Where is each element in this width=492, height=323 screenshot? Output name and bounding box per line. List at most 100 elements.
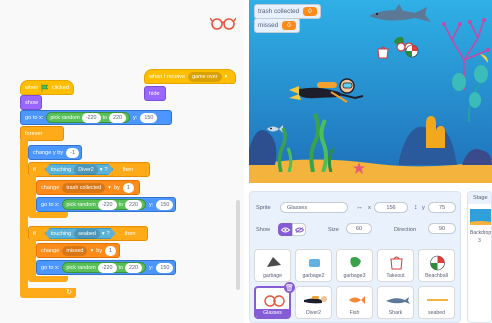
touching-label: touching — [50, 166, 72, 173]
hat-label: when — [25, 84, 39, 91]
random-to-input[interactable]: 220 — [109, 112, 127, 123]
change-by-input[interactable]: 1 — [105, 245, 117, 256]
pick-random-reporter[interactable]: pick random -220 to 220 — [46, 112, 131, 123]
change-trash-collected-block[interactable]: change trash collected ▾ by 1 — [36, 180, 140, 195]
to-label: to — [102, 114, 108, 121]
diver-icon — [304, 296, 327, 304]
random-to-input[interactable]: 220 — [125, 199, 143, 210]
monitor-value: 0 — [282, 21, 296, 30]
sprite-info-panel: Sprite Glasses ↔ x 156 ↕ y 75 Show Size … — [249, 191, 461, 323]
monitor-missed[interactable]: missed 0 — [254, 18, 300, 33]
sprite-thumb-shark[interactable]: Shark — [377, 286, 414, 319]
delete-sprite-icon[interactable]: 🗑 — [284, 282, 295, 293]
then-label: then — [124, 230, 136, 237]
message-dropdown[interactable]: game over — [188, 71, 222, 82]
garbage3-icon — [350, 257, 361, 268]
sprite-thumb-diver2[interactable]: Diver2 — [295, 286, 332, 319]
diver-sprite-icon — [289, 78, 364, 103]
change-missed-block[interactable]: change missed ▾ by 1 — [36, 243, 120, 258]
y-label: y — [422, 205, 425, 211]
show-block[interactable]: show — [20, 95, 42, 110]
by-label: by — [113, 184, 120, 191]
sprite-thumb-label: seabed — [427, 310, 446, 316]
pick-random-reporter[interactable]: pick random -220 to 220 — [62, 199, 147, 210]
show-hidden-button[interactable] — [292, 223, 306, 236]
garbage-icon — [267, 257, 281, 267]
direction-input[interactable]: 90 — [428, 223, 456, 234]
sprite-thumb-garbage[interactable]: garbage — [254, 249, 291, 282]
monitor-label: missed — [258, 22, 279, 29]
forever-block[interactable]: forever — [20, 126, 64, 141]
touching-target-dropdown[interactable]: Diver2 — [74, 165, 98, 175]
sprite-name-input[interactable]: Glasses — [280, 202, 348, 213]
garbage2-icon — [309, 259, 320, 267]
change-y-block[interactable]: change y by -1 — [28, 145, 82, 160]
if-label: if — [33, 230, 36, 237]
sprite-thumb-label: Glasses — [256, 309, 289, 317]
if1-c-side — [28, 176, 36, 216]
random-to-input[interactable]: 220 — [125, 262, 143, 273]
seabed-icon — [427, 299, 448, 301]
forever-bottom: ↻ — [20, 288, 76, 298]
random-from-input[interactable]: -220 — [81, 112, 101, 123]
touching-diver-condition[interactable]: touching Diver2 ▾ ? — [45, 164, 114, 175]
variable-dropdown[interactable]: missed — [62, 245, 88, 256]
sprite-thumb-beachball[interactable]: Beachball — [418, 249, 455, 282]
code-area[interactable]: when clicked show go to x: pick random -… — [0, 0, 244, 323]
pick-random-label: pick random — [50, 114, 80, 121]
change-y-label: change y by — [33, 149, 64, 156]
show-visible-button[interactable] — [278, 223, 292, 236]
when-i-receive-block[interactable]: when I receive game over ▾ — [144, 69, 236, 84]
hide-label: hide — [149, 90, 160, 97]
stage-selector[interactable]: Stage Backdrop 3 — [467, 191, 492, 323]
change-by-input[interactable]: 1 — [122, 182, 134, 193]
stage[interactable]: trash collected 0 missed 0 — [249, 0, 492, 183]
forever-label: forever — [25, 130, 43, 137]
monitor-value: 0 — [303, 7, 317, 16]
green-flag-icon — [41, 83, 49, 92]
pick-random-reporter[interactable]: pick random -220 to 220 — [62, 262, 147, 273]
y-arrows-icon: ↕ — [414, 204, 418, 211]
sprite-thumb-garbage3[interactable]: garbage3 — [336, 249, 373, 282]
sprite-thumb-label: Shark — [388, 310, 403, 316]
when-flag-clicked-block[interactable]: when clicked — [20, 80, 74, 95]
monitor-trash-collected[interactable]: trash collected 0 — [254, 4, 321, 19]
sprite-thumb-takeout[interactable]: Takeout — [377, 249, 414, 282]
y-input[interactable]: 75 — [428, 202, 456, 213]
random-from-input[interactable]: -220 — [97, 199, 117, 210]
y-input[interactable]: 150 — [156, 262, 174, 273]
y-input[interactable]: 150 — [140, 112, 158, 123]
sprite-thumb-seabed[interactable]: seabed — [418, 286, 455, 319]
go-to-xy-block[interactable]: go to x: pick random -220 to 220 y: 150 — [20, 110, 172, 125]
random-from-input[interactable]: -220 — [97, 262, 117, 273]
x-input[interactable]: 156 — [374, 202, 408, 213]
go-to-xy-block-2[interactable]: go to x: pick random -220 to 220 y: 150 — [36, 197, 176, 212]
to-label: to — [118, 201, 124, 208]
x-label: x — [368, 205, 371, 211]
sprite-thumb-label: Beachball — [425, 273, 448, 279]
stage-title: Stage — [473, 195, 488, 201]
change-y-input[interactable]: -1 — [66, 147, 79, 158]
go-to-xy-block-3[interactable]: go to x: pick random -220 to 220 y: 150 — [36, 260, 176, 275]
sprite-thumb-label: Takeout — [386, 273, 405, 279]
hide-block[interactable]: hide — [144, 86, 166, 101]
touching-target-dropdown[interactable]: seabed — [74, 229, 100, 239]
sprite-thumb-garbage2[interactable]: garbage2 — [295, 249, 332, 282]
to-label: to — [118, 264, 124, 271]
if-label: if — [33, 166, 36, 173]
sprite-thumb-label: Diver2 — [306, 310, 321, 316]
hat-end-label: clicked — [51, 84, 69, 91]
y-input[interactable]: 150 — [156, 199, 174, 210]
if-touching-seabed-block[interactable]: if touching seabed ▾ ? then — [28, 226, 148, 241]
touching-seabed-condition[interactable]: touching seabed ▾ ? — [45, 228, 116, 239]
shark-sprite-icon — [369, 4, 431, 22]
question-mark: ? — [104, 166, 108, 173]
if-touching-diver-block[interactable]: if touching Diver2 ▾ ? then — [28, 162, 150, 177]
size-input[interactable]: 60 — [346, 223, 372, 234]
if1-bottom — [28, 212, 68, 218]
y-label: y: — [133, 114, 138, 121]
sprite-thumb-fish[interactable]: Fish — [336, 286, 373, 319]
variable-dropdown[interactable]: trash collected — [62, 182, 106, 193]
code-area-scrollbar[interactable] — [236, 200, 240, 290]
backdrops-count: 3 — [478, 238, 481, 244]
